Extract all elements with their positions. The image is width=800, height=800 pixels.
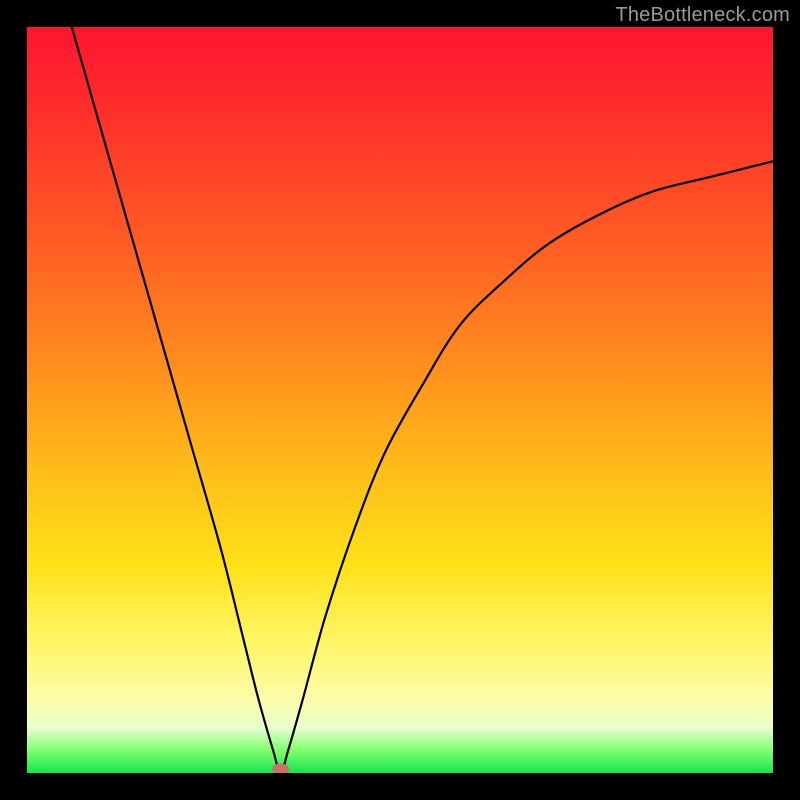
- plot-area: [27, 27, 773, 773]
- minimum-marker: [273, 764, 289, 773]
- curve-svg: [27, 27, 773, 773]
- chart-frame: TheBottleneck.com: [0, 0, 800, 800]
- bottleneck-curve: [72, 27, 773, 773]
- attribution-text: TheBottleneck.com: [615, 4, 790, 27]
